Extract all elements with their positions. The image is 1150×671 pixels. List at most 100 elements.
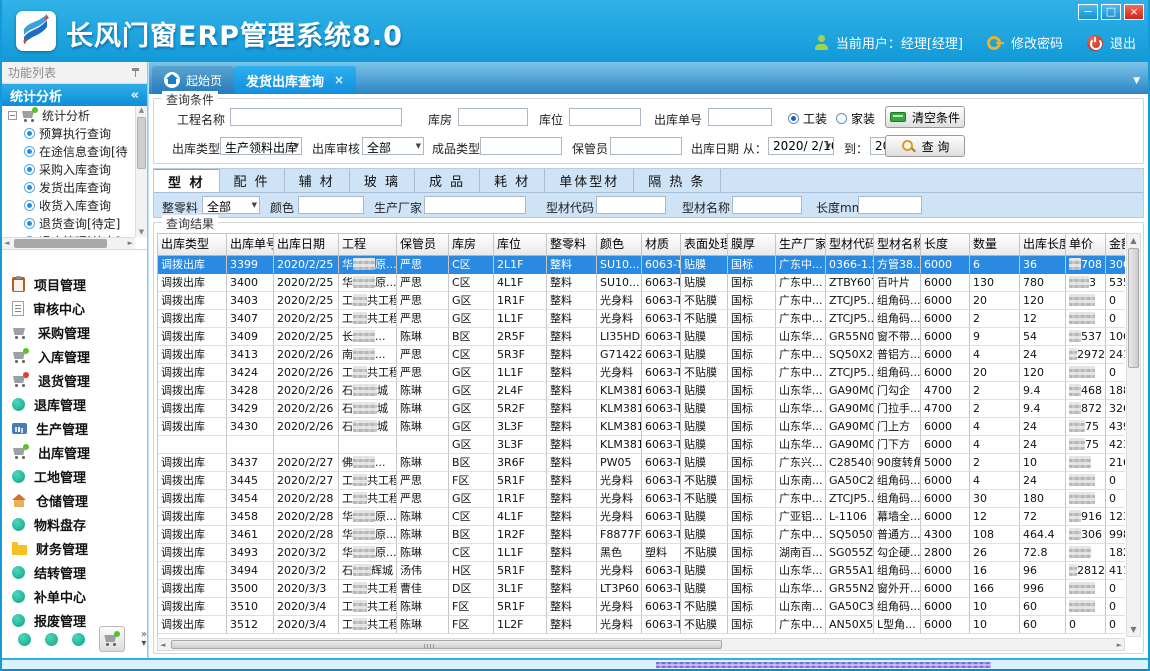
column-header[interactable]: 材质	[642, 234, 681, 256]
tree-hscroll-thumb[interactable]	[14, 239, 107, 248]
column-header[interactable]: 保管员	[397, 234, 449, 256]
table-row[interactable]: 调拨出库34542020/2/28工共工程严思G区1R1F整料光身料6063-T…	[158, 490, 1125, 508]
material-tab[interactable]: 配 件	[220, 169, 285, 192]
sidebar-menu-item[interactable]: 补单中心	[2, 584, 147, 608]
table-row[interactable]: G区3L3F整料KLM38176063-T5贴膜国标山东华...GA90M09.…	[158, 436, 1125, 454]
change-password-link[interactable]: 修改密码	[1011, 33, 1063, 52]
table-row[interactable]: 调拨出库34092020/2/25长...陈琳B区2R5F整料LI35HD606…	[158, 328, 1125, 346]
overflow-button[interactable]: »▾	[141, 630, 147, 648]
tab-shipment-query[interactable]: 发货出库查询 ×	[234, 66, 356, 94]
profile-code-input[interactable]	[596, 196, 666, 214]
dot-icon[interactable]	[18, 633, 31, 646]
sidebar-group-header[interactable]: 统计分析 «	[2, 84, 147, 106]
sidebar-menu-item[interactable]: 退货管理	[2, 368, 147, 392]
tree-item[interactable]: 发货出库查询	[2, 178, 135, 196]
tree-item[interactable]: 采购入库查询	[2, 160, 135, 178]
clear-conditions-button[interactable]: 清空条件	[885, 106, 965, 128]
column-header[interactable]: 工程	[339, 234, 397, 256]
maximize-button[interactable]: □	[1101, 4, 1121, 20]
tree-expander-icon[interactable]: −	[8, 111, 17, 120]
column-header[interactable]: 出库长度	[1020, 234, 1066, 256]
column-header[interactable]: 型材代码	[826, 234, 874, 256]
sidebar-menu-item[interactable]: 结转管理	[2, 560, 147, 584]
table-row[interactable]: 调拨出库34452020/2/27工共工程严思F区5R1F整料光身料6063-T…	[158, 472, 1125, 490]
sidebar-menu-item[interactable]: 财务管理	[2, 536, 147, 560]
material-tab[interactable]: 辅 材	[285, 169, 350, 192]
tree-item[interactable]: 预算执行查询	[2, 124, 135, 142]
column-header[interactable]: 出库单号	[227, 234, 274, 256]
sidebar-menu-item[interactable]: 项目管理	[2, 272, 147, 296]
audit-combo[interactable]: 全部	[362, 137, 424, 155]
table-row[interactable]: 调拨出库35102020/3/4工共工程陈琳F区5R1F整料光身料6063-T5…	[158, 598, 1125, 616]
material-tab[interactable]: 耗 材	[480, 169, 545, 192]
project-name-input[interactable]	[230, 108, 402, 126]
table-row[interactable]: 调拨出库33992020/2/25华原...严思C区2L1F整料SU10...6…	[158, 256, 1125, 274]
sidebar-menu-item[interactable]: 仓储管理	[2, 488, 147, 512]
column-header[interactable]: 表面处理	[681, 234, 728, 256]
column-header[interactable]: 颜色	[597, 234, 642, 256]
pin-icon[interactable]	[131, 67, 141, 79]
tree-root-node[interactable]: − 统计分析	[2, 106, 135, 124]
radio-industrial[interactable]: 工装	[788, 110, 827, 127]
tab-home[interactable]: 起始页	[152, 66, 234, 94]
column-header[interactable]: 长度	[921, 234, 970, 256]
column-header[interactable]: 型材名称	[874, 234, 921, 256]
tree-vscroll-thumb[interactable]	[137, 117, 146, 169]
table-row[interactable]: 调拨出库35122020/3/4工共工程陈琳F区1L2F整料光身料6063-T5…	[158, 616, 1125, 634]
tree-item[interactable]: 在途信息查询[待	[2, 142, 135, 160]
sidebar-splitter[interactable]	[148, 62, 149, 658]
scroll-right-arrow[interactable]: ►	[1117, 641, 1122, 649]
column-header[interactable]: 出库类型	[158, 234, 227, 256]
column-header[interactable]: 出库日期	[274, 234, 339, 256]
column-header[interactable]: 库房	[449, 234, 494, 256]
table-row[interactable]: 调拨出库34032020/2/25工共工程严思G区1R1F整料光身料6063-T…	[158, 292, 1125, 310]
table-row[interactable]: 调拨出库34242020/2/26工共工程严思G区1L1F整料光身料6063-T…	[158, 364, 1125, 382]
sidebar-menu-item[interactable]: 退库管理	[2, 392, 147, 416]
column-header[interactable]: 膜厚	[728, 234, 776, 256]
column-header[interactable]: 数量	[970, 234, 1020, 256]
tree-item[interactable]: 收货入库查询	[2, 196, 135, 214]
logout-link[interactable]: 退出	[1110, 33, 1136, 52]
dot-icon[interactable]	[72, 633, 85, 646]
table-row[interactable]: 调拨出库34282020/2/26石城陈琳G区2L4F整料KLM38176063…	[158, 382, 1125, 400]
tree-hscroll-right-arrow[interactable]: ►	[128, 239, 133, 247]
sidebar-menu-item[interactable]: 物料盘存	[2, 512, 147, 536]
column-header[interactable]: 生产厂家	[776, 234, 826, 256]
table-row[interactable]: 调拨出库34612020/2/28华原...陈琳B区1R2F整料F8877FT6…	[158, 526, 1125, 544]
hscroll-thumb[interactable]	[171, 640, 722, 649]
column-header[interactable]: 整零料	[547, 234, 597, 256]
tree-vertical-scrollbar[interactable]: ▲ ▼	[135, 106, 147, 237]
table-row[interactable]: 调拨出库34942020/3/2石辉城汤伟H区5R1F整料光身料6063-T5贴…	[158, 562, 1125, 580]
search-button[interactable]: 查 询	[885, 135, 965, 157]
table-row[interactable]: 调拨出库34002020/2/25华原...严思C区4L1F整料SU10...6…	[158, 274, 1125, 292]
order-no-input[interactable]	[708, 108, 772, 126]
table-vertical-scrollbar[interactable]: ▲ ▼	[1126, 233, 1141, 637]
column-header[interactable]: 单价	[1066, 234, 1106, 256]
whole-piece-combo[interactable]: 全部	[202, 196, 260, 214]
table-horizontal-scrollbar[interactable]: ◄ ►	[157, 638, 1125, 651]
table-row[interactable]: 调拨出库34132020/2/26南...严思C区5R3F整料G71422606…	[158, 346, 1125, 364]
table-row[interactable]: 调拨出库35002020/3/3工共工程曹佳D区3L1F整料LT3P606063…	[158, 580, 1125, 598]
minimize-button[interactable]: −	[1078, 4, 1098, 20]
date-from-picker[interactable]: 2020/ 2/16	[768, 137, 834, 155]
column-header[interactable]: 金额	[1106, 234, 1125, 256]
material-tab[interactable]: 单体型材	[545, 169, 634, 192]
manufacturer-input[interactable]	[424, 196, 526, 214]
sidebar-menu-item[interactable]: 入库管理	[2, 344, 147, 368]
material-tab[interactable]: 成 品	[415, 169, 480, 192]
tab-list-dropdown-icon[interactable]: ▼	[1133, 76, 1140, 86]
material-tab[interactable]: 隔 热 条	[634, 169, 720, 192]
table-row[interactable]: 调拨出库34582020/2/28华原...陈琳C区4L1F整料光身料6063-…	[158, 508, 1125, 526]
vscroll-thumb[interactable]	[1128, 248, 1139, 368]
material-tab[interactable]: 玻 璃	[350, 169, 415, 192]
tab-close-icon[interactable]: ×	[334, 73, 344, 87]
radio-household[interactable]: 家装	[836, 110, 875, 127]
scroll-up-arrow[interactable]: ▲	[1127, 236, 1140, 245]
tree-hscroll-left-arrow[interactable]: ◄	[4, 239, 9, 247]
sidebar-menu-item[interactable]: 工地管理	[2, 464, 147, 488]
table-row[interactable]: 调拨出库34372020/2/27佛...陈琳B区3R6F整料PW056063-…	[158, 454, 1125, 472]
location-input[interactable]	[569, 108, 641, 126]
close-button[interactable]: ×	[1124, 4, 1144, 20]
color-input[interactable]	[298, 196, 364, 214]
scroll-left-arrow[interactable]: ◄	[160, 641, 165, 649]
